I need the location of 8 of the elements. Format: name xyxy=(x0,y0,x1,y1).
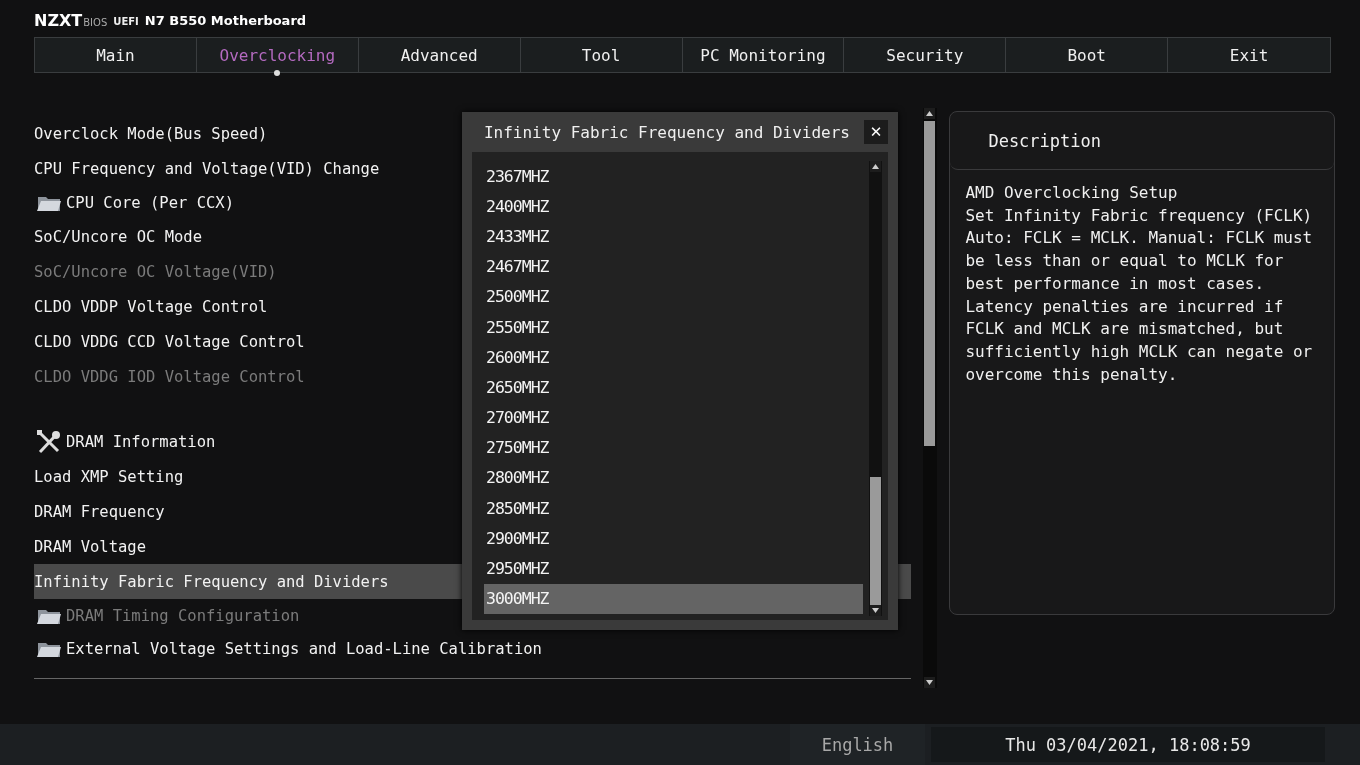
dialog-title: Infinity Fabric Frequency and Dividers xyxy=(483,122,850,142)
description-text: AMD Overclocking Setup Set Infinity Fabric frequency (FCLK) Auto: FCLK = MCLK. Manual: FCLK must be less than or equal to MCLK for best performance in most cases. Latency penalties are incurred if FCLK and MCLK are mismatched, but sufficiently high MCLK can negate or overcome this penalty. xyxy=(964,182,1314,386)
date-time: Thu 03/04/2021, 18:08:59 xyxy=(931,727,1325,762)
firmware-label: UEFI xyxy=(113,16,139,27)
brand-logo: NZXT xyxy=(34,11,83,30)
description-title: Description xyxy=(950,112,1334,170)
brand-suffix: BIOS xyxy=(83,16,108,28)
board-name: N7 B550 Motherboard xyxy=(144,13,307,28)
